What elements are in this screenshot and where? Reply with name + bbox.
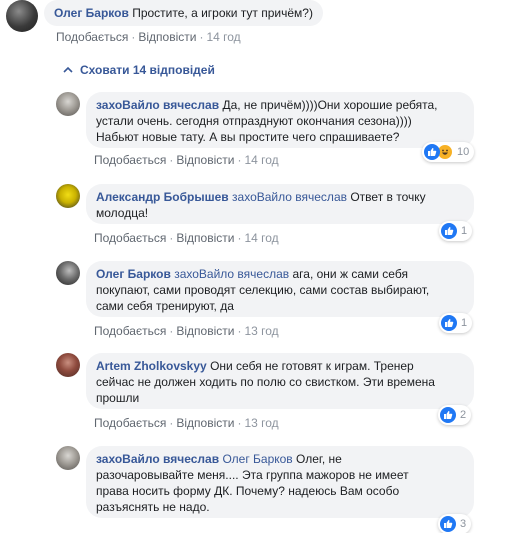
reply-link[interactable]: Відповісти <box>176 416 234 430</box>
hide-replies-label[interactable]: Сховати 14 відповідей <box>80 63 215 77</box>
chevron-up-icon <box>63 66 73 73</box>
separator-dot: · <box>169 231 174 245</box>
comment-author[interactable]: захоВайло вячеслав <box>96 98 219 112</box>
avatar[interactable] <box>56 353 80 377</box>
comment-actions: Подобається · Відповісти · 13 год <box>94 416 279 430</box>
comment-author[interactable]: Александр Бобрышев <box>96 190 229 204</box>
avatar[interactable] <box>6 0 38 32</box>
reactions-badge[interactable]: 2 <box>438 405 472 425</box>
comment-actions: Подобається · Відповісти · 14 год <box>94 231 279 245</box>
reply-link[interactable]: Відповісти <box>176 153 234 167</box>
mention-link[interactable]: Олег Барков <box>222 452 292 466</box>
comment-text-line: Да, не причём))))Они хорошие ребята, <box>222 98 438 112</box>
comment-text-line: Олег, не <box>296 452 342 466</box>
reply-link[interactable]: Відповісти <box>176 231 234 245</box>
mention-link[interactable]: захоВайло вячеслав <box>232 190 347 204</box>
avatar[interactable] <box>56 92 80 116</box>
comment-author[interactable]: захоВайло вячеслав <box>96 452 219 466</box>
comment-time[interactable]: 13 год <box>244 324 278 338</box>
comment-time[interactable]: 14 год <box>244 153 278 167</box>
reactions-badge[interactable]: 1 <box>439 313 473 333</box>
comment-bubble: Александр Бобрышев захоВайло вячеслав От… <box>86 184 474 224</box>
reaction-count: 10 <box>457 146 470 158</box>
mention-link[interactable]: захоВайло вячеслав <box>174 267 289 281</box>
separator-dot: · <box>169 153 174 167</box>
comment-text-line: устали очень. сегодня отпразднуют оконча… <box>96 114 412 128</box>
comment-time[interactable]: 14 год <box>206 30 240 44</box>
separator-dot: · <box>237 153 242 167</box>
comment-text-line: разъяснять не надо. <box>96 500 210 514</box>
comment-text: Простите, а игроки тут причём?) <box>132 6 313 20</box>
comment-text-line: разочаровывайте меня.... Эта группа мажо… <box>96 468 409 482</box>
avatar[interactable] <box>56 446 80 470</box>
separator-dot: · <box>237 324 242 338</box>
comment-author[interactable]: Artem Zholkovskyy <box>96 359 207 373</box>
like-link[interactable]: Подобається <box>94 324 166 338</box>
like-icon <box>424 144 440 160</box>
comment-text-line: Они себя не готовят к играм. Тренер <box>210 359 414 373</box>
comment-bubble: захоВайло вячеслав Да, не причём))))Они … <box>86 92 474 148</box>
separator-dot: · <box>199 30 204 44</box>
comment-actions: Подобається · Відповісти · 13 год <box>94 324 279 338</box>
reply-link[interactable]: Відповісти <box>138 30 196 44</box>
reactions-badge[interactable]: 3 <box>438 514 472 533</box>
like-icon <box>440 516 456 532</box>
comment-text-line: молодца! <box>96 206 149 220</box>
comment-text-line: права носить форму ДК. Почему? надеюсь В… <box>96 484 400 498</box>
comment-text-line: покупают, сами проводят селекцию, сами с… <box>96 283 430 297</box>
comment-text-line: Ответ в точку <box>350 190 426 204</box>
comment-actions: Подобається · Відповісти · 14 год <box>56 30 241 44</box>
like-link[interactable]: Подобається <box>94 153 166 167</box>
comment-text-line: ага, они ж сами себя <box>292 267 408 281</box>
comment-text-line: прошли <box>96 391 140 405</box>
like-icon <box>440 407 456 423</box>
comment-text-line: сейчас не должен ходить по полю со свист… <box>96 375 435 389</box>
avatar[interactable] <box>56 261 80 285</box>
comment-bubble: Artem Zholkovskyy Они себя не готовят к … <box>86 353 474 409</box>
reply-link[interactable]: Відповісти <box>176 324 234 338</box>
reaction-count: 3 <box>460 518 467 530</box>
reactions-badge[interactable]: 10 <box>422 142 475 162</box>
comment-author[interactable]: Олег Барков <box>54 6 129 20</box>
separator-dot: · <box>169 416 174 430</box>
comment-bubble: Олег Барков захоВайло вячеслав ага, они … <box>86 261 474 317</box>
like-icon <box>441 223 457 239</box>
like-icon <box>441 315 457 331</box>
like-link[interactable]: Подобається <box>94 416 166 430</box>
separator-dot: · <box>169 324 174 338</box>
comment-text-line: сами себя тренируют, да <box>96 299 234 313</box>
reactions-badge[interactable]: 1 <box>439 221 473 241</box>
comment-author[interactable]: Олег Барков <box>96 267 171 281</box>
reaction-count: 1 <box>461 225 468 237</box>
comment-time[interactable]: 14 год <box>244 231 278 245</box>
separator-dot: · <box>237 416 242 430</box>
comment-text-line: Набьют новые тату. А вы простите чего сп… <box>96 130 400 144</box>
separator-dot: · <box>237 231 242 245</box>
separator-dot: · <box>131 30 136 44</box>
comment-actions: Подобається · Відповісти · 14 год <box>94 153 279 167</box>
avatar[interactable] <box>56 184 80 208</box>
comment-time[interactable]: 13 год <box>244 416 278 430</box>
comment-bubble: Олег Барков Простите, а игроки тут причё… <box>44 0 323 26</box>
like-link[interactable]: Подобається <box>94 231 166 245</box>
reaction-count: 1 <box>461 317 468 329</box>
like-link[interactable]: Подобається <box>56 30 128 44</box>
reaction-count: 2 <box>460 409 467 421</box>
hide-replies-button[interactable]: Сховати 14 відповідей <box>62 63 215 77</box>
comment-bubble: захоВайло вячеслав Олег Барков Олег, не … <box>86 446 474 518</box>
